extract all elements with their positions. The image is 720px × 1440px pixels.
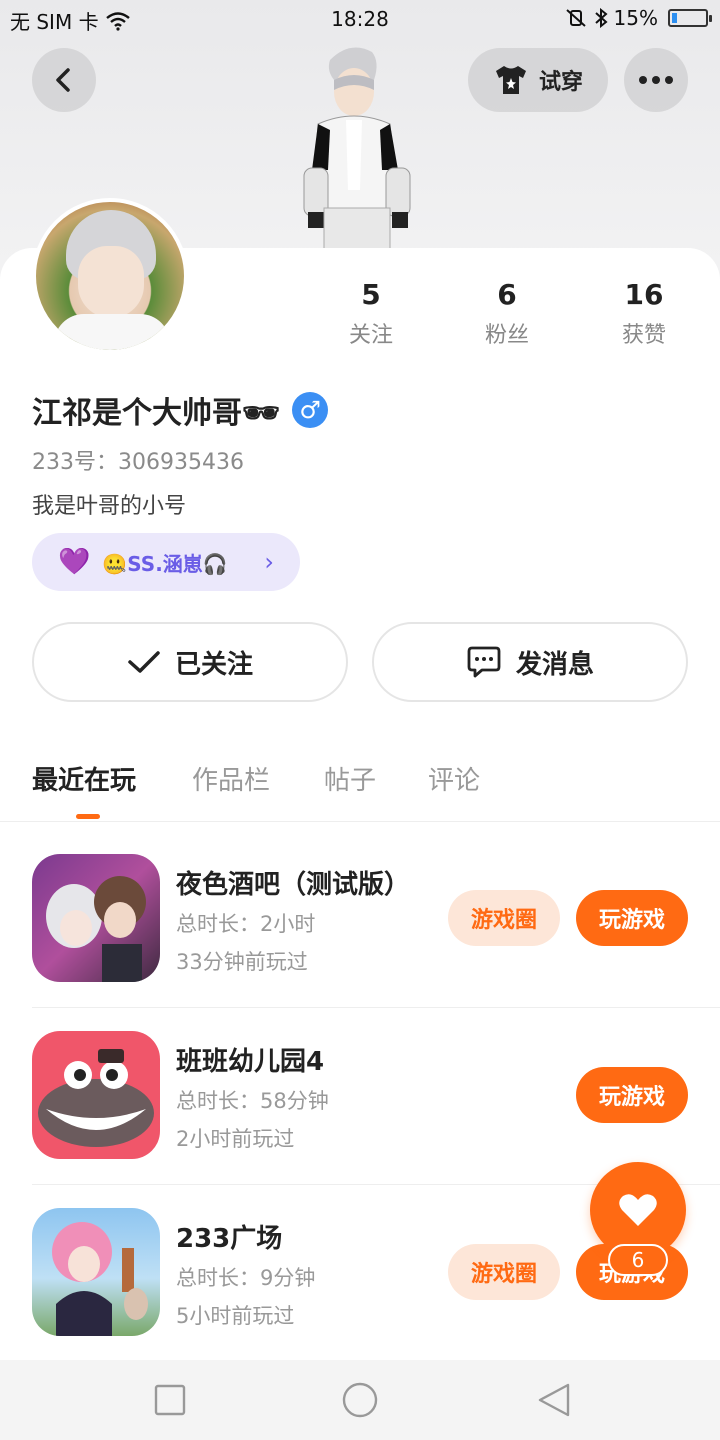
profile-tabs: 最近在玩 作品栏 帖子 评论 (0, 760, 720, 822)
message-button[interactable]: 发消息 (372, 622, 688, 702)
game-circle-button[interactable]: 游戏圈 (448, 1244, 560, 1300)
game-last-played: 2小时前玩过 (176, 1127, 295, 1151)
list-item[interactable]: 夜色酒吧（测试版） 总时长：2小时 33分钟前玩过 游戏圈 玩游戏 (32, 854, 720, 1031)
game-title: 夜色酒吧（测试版） (176, 870, 411, 900)
avatar[interactable] (32, 198, 188, 354)
followed-button[interactable]: 已关注 (32, 622, 348, 702)
chat-bubble-icon (467, 646, 501, 678)
back-button[interactable] (32, 48, 96, 112)
tshirt-icon (495, 66, 526, 94)
system-nav-bar (0, 1360, 720, 1440)
game-playtime: 总时长：58分钟 (176, 1089, 329, 1113)
back-nav-icon[interactable] (536, 1382, 572, 1418)
like-count-badge: 6 (608, 1244, 668, 1276)
male-gender-icon: ♂ (292, 392, 329, 428)
stat-likes[interactable]: 16 获赞 (584, 278, 704, 349)
more-button[interactable] (624, 48, 688, 112)
tab-posts[interactable]: 帖子 (324, 760, 376, 797)
game-icon (32, 854, 160, 982)
divider (32, 1007, 720, 1008)
followers-count: 6 (497, 278, 517, 311)
user-bio: 我是叶哥的小号 (32, 494, 187, 519)
close-friend-chip[interactable]: 💜 🤐SS.涵崽🎧 › (32, 533, 300, 591)
battery-fill (672, 13, 677, 23)
game-playtime: 总时长：2小时 (176, 912, 316, 936)
tab-works[interactable]: 作品栏 (192, 760, 270, 797)
recents-icon[interactable] (152, 1382, 188, 1418)
following-count: 5 (361, 278, 381, 311)
name-row: 江祁是个大帅哥🕶 ♂ (32, 388, 329, 432)
friend-name: 🤐SS.涵崽🎧 (102, 551, 228, 576)
tab-comments[interactable]: 评论 (428, 760, 480, 797)
try-on-label: 试穿 (538, 70, 583, 95)
stat-following[interactable]: 5 关注 (311, 278, 431, 349)
game-icon (32, 1208, 160, 1336)
back-arrow-icon (56, 68, 70, 92)
user-id: 233号：306935436 (32, 450, 244, 475)
likes-label: 获赞 (621, 323, 666, 348)
status-bar: 无 SIM 卡 18:28 15% (0, 0, 720, 40)
check-icon (128, 651, 160, 673)
more-icon (639, 76, 647, 84)
followed-label: 已关注 (174, 649, 253, 680)
game-playtime: 总时长：9分钟 (176, 1266, 316, 1290)
play-game-button[interactable]: 玩游戏 (576, 890, 688, 946)
game-last-played: 5小时前玩过 (176, 1304, 295, 1328)
user-name: 江祁是个大帅哥🕶 (32, 396, 281, 431)
double-heart-icon: 💜 (58, 547, 91, 577)
tab-recently-played[interactable]: 最近在玩 (32, 760, 136, 797)
game-title: 233广场 (176, 1224, 283, 1254)
game-last-played: 33分钟前玩过 (176, 950, 308, 974)
game-title: 班班幼儿园4 (176, 1047, 325, 1077)
home-icon[interactable] (342, 1382, 378, 1418)
likes-count: 16 (624, 278, 664, 311)
character-figure (303, 47, 411, 255)
tab-indicator (76, 814, 100, 819)
battery-icon (668, 9, 712, 27)
battery-percent: 15% (613, 6, 658, 30)
message-label: 发消息 (515, 649, 594, 680)
game-icon (32, 1031, 160, 1159)
chevron-right-icon: › (264, 548, 274, 576)
bluetooth-icon (594, 8, 608, 28)
game-circle-button[interactable]: 游戏圈 (448, 890, 560, 946)
followers-label: 粉丝 (484, 323, 529, 348)
vibrate-off-icon (565, 9, 586, 27)
stat-followers[interactable]: 6 粉丝 (447, 278, 567, 349)
play-game-button[interactable]: 玩游戏 (576, 1067, 688, 1123)
heart-icon (619, 1194, 657, 1226)
following-label: 关注 (348, 323, 393, 348)
try-on-button[interactable]: 试穿 (468, 48, 608, 112)
